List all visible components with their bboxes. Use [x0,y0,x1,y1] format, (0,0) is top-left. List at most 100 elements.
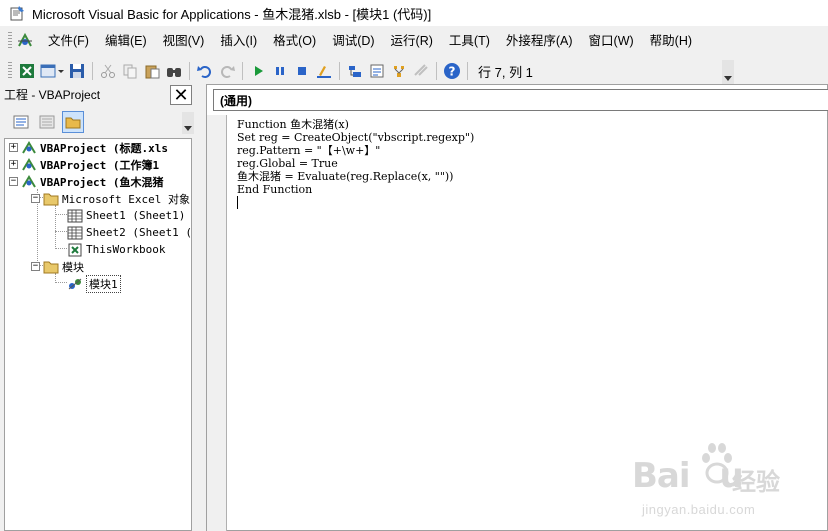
view-excel-button[interactable] [16,60,38,82]
close-project-pane-button[interactable]: ✕ [170,85,192,105]
toolbar-separator [467,62,468,80]
worksheet-icon [67,225,83,241]
menu-tools[interactable]: 工具(T) [441,30,498,52]
collapse-button[interactable]: − [31,194,40,203]
tree-item-label: Microsoft Excel 对象 [62,192,190,206]
window-title: Microsoft Visual Basic for Applications … [32,6,432,22]
collapse-button[interactable]: − [31,262,40,271]
tree-item-project[interactable]: + VBAProject (标题.xls [9,139,168,156]
project-pane-toolbar [0,108,197,136]
tree-item-label: Sheet1 (Sheet1) [86,209,186,222]
tree-item-thisworkbook[interactable]: ThisWorkbook [67,241,165,258]
worksheet-icon [67,208,83,224]
menu-format[interactable]: 格式(O) [265,30,324,52]
object-dropdown-value: (通用) [220,94,252,108]
code-line: 鱼木混猪 = Evaluate(reg.Replace(x, "")) [237,170,454,183]
undo-button[interactable] [194,60,216,82]
view-code-button[interactable] [10,111,32,133]
project-toolbar-overflow-button[interactable] [182,112,194,134]
collapse-button[interactable]: − [9,177,18,186]
pause-button[interactable] [269,60,291,82]
view-object-icon [39,115,55,129]
project-explorer-button[interactable] [344,60,366,82]
chevron-down-icon [184,126,192,131]
run-button[interactable] [247,60,269,82]
design-mode-icon [317,66,331,78]
tree-item-label: 模块 [62,260,84,274]
find-icon [167,68,181,77]
vbaproject-icon [21,174,37,190]
title-bar: Microsoft Visual Basic for Applications … [0,0,828,26]
code-margin-indicator-bar[interactable] [207,115,227,531]
cut-button[interactable] [97,60,119,82]
menu-file[interactable]: 文件(F) [40,30,97,52]
tree-item-label: ThisWorkbook [86,243,166,256]
menu-debug[interactable]: 调试(D) [324,30,382,52]
module-icon [67,276,83,292]
insert-userform-button[interactable] [38,60,66,82]
code-editor[interactable]: Function 鱼木混猪(x) Set reg = CreateObject("… [237,118,474,209]
tree-item-label: 模块1 [86,274,121,293]
undo-icon [197,66,211,78]
code-line: reg.Global = True [237,157,338,170]
paste-button[interactable] [141,60,163,82]
project-tree: + VBAProject (标题.xls + VBAProject (工作簿1 … [4,138,192,531]
menu-insert[interactable]: 插入(I) [212,30,265,52]
redo-icon [221,66,235,78]
tree-item-label: VBAProject (鱼木混猪 [40,175,164,189]
tree-item-label: VBAProject (工作簿1 [40,158,160,172]
toolbar-separator [242,62,243,80]
menubar-grip[interactable] [8,32,12,50]
toolbar-separator [92,62,93,80]
toggle-folders-button[interactable] [62,111,84,133]
properties-button[interactable] [366,60,388,82]
pane-splitter[interactable] [197,84,206,531]
toolbar-separator [436,62,437,80]
vbaproject-icon [21,157,37,173]
vba-menu-icon[interactable] [16,32,34,50]
menu-window[interactable]: 窗口(W) [581,30,642,52]
menu-addins[interactable]: 外接程序(A) [498,30,581,52]
tree-item-modules-folder[interactable]: − 模块 [31,258,84,275]
tree-item-sheet[interactable]: Sheet1 (Sheet1) [67,207,185,224]
pause-icon [276,67,284,75]
redo-button[interactable] [216,60,238,82]
tree-item-project[interactable]: + VBAProject (工作簿1 [9,156,159,173]
view-code-icon [13,115,29,129]
toolbar-overflow-button[interactable] [722,60,734,84]
copy-button[interactable] [119,60,141,82]
expand-button[interactable]: + [9,143,18,152]
cut-icon [101,64,115,78]
code-line: End Function [237,183,313,196]
menu-view[interactable]: 视图(V) [155,30,213,52]
run-icon [255,66,263,76]
expand-button[interactable]: + [9,160,18,169]
svg-text:?: ? [449,65,456,79]
object-browser-button[interactable] [388,60,410,82]
stop-button[interactable] [291,60,313,82]
tree-item-project[interactable]: − VBAProject (鱼木混猪 [9,173,163,190]
copy-icon [123,64,137,79]
help-button[interactable]: ? [441,60,463,82]
watermark-logo-prefix: Bai [632,456,691,496]
menu-bar: 文件(F) 编辑(E) 视图(V) 插入(I) 格式(O) 调试(D) 运行(R… [0,28,828,54]
cursor-position-status: 行 7, 列 1 [478,64,533,80]
menu-run[interactable]: 运行(R) [383,30,441,52]
menu-edit[interactable]: 编辑(E) [97,30,155,52]
design-mode-button[interactable] [313,60,335,82]
tree-item-module[interactable]: 模块1 [67,274,121,293]
tree-connector [55,248,67,249]
close-icon: ✕ [173,85,189,105]
view-object-button[interactable] [36,111,58,133]
object-dropdown[interactable]: (通用) [213,89,828,111]
tree-item-excel-objects-folder[interactable]: − Microsoft Excel 对象 [31,190,190,207]
folder-open-icon [43,191,59,207]
tree-item-sheet[interactable]: Sheet2 (Sheet1 (2 [67,224,191,241]
find-button[interactable] [163,60,185,82]
toolbar-grip[interactable] [8,62,12,80]
menu-help[interactable]: 帮助(H) [642,30,700,52]
vbaproject-icon [21,140,37,156]
save-button[interactable] [66,60,88,82]
toolbox-button[interactable] [410,60,432,82]
object-browser-icon [394,66,404,77]
